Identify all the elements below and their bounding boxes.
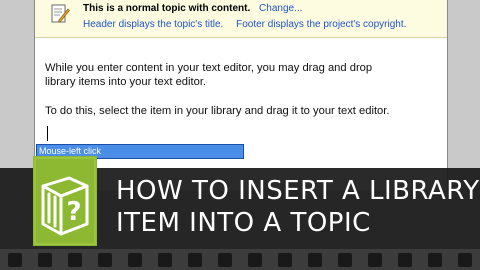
film-hole: [458, 253, 472, 267]
change-link[interactable]: Change...: [259, 3, 302, 14]
video-title-line-2: ITEM INTO A TOPIC: [116, 208, 371, 238]
film-hole: [218, 253, 232, 267]
topic-header: This is a normal topic with content. Cha…: [35, 0, 447, 38]
film-strip: [0, 249, 480, 270]
paragraph-2-line: To do this, select the item in your libr…: [45, 105, 390, 117]
film-hole: [368, 253, 382, 267]
film-hole: [38, 253, 52, 267]
film-hole: [128, 253, 142, 267]
film-hole: [188, 253, 202, 267]
text-cursor: [47, 126, 48, 141]
topic-title: This is a normal topic with content.: [83, 3, 251, 14]
film-hole: [98, 253, 112, 267]
film-hole: [8, 253, 22, 267]
editor-paragraph-2[interactable]: To do this, select the item in your libr…: [45, 104, 390, 118]
video-title-line-1: HOW TO INSERT A LIBRARY: [116, 176, 480, 206]
film-hole: [248, 253, 262, 267]
paragraph-1-line-1: While you enter content in your text edi…: [45, 62, 373, 74]
footer-info-link[interactable]: Footer displays the project's copyright.: [236, 19, 406, 30]
film-hole: [68, 253, 82, 267]
film-hole: [398, 253, 412, 267]
film-hole: [338, 253, 352, 267]
film-hole: [428, 253, 442, 267]
editor-paragraph-1[interactable]: While you enter content in your text edi…: [45, 61, 372, 89]
film-hole: [278, 253, 292, 267]
film-hole: [308, 253, 322, 267]
topic-title-row: This is a normal topic with content. Cha…: [83, 3, 302, 14]
svg-text:?: ?: [66, 197, 81, 227]
film-hole: [158, 253, 172, 267]
header-footer-info: Header displays the topic's title. Foote…: [83, 19, 416, 30]
header-info-link[interactable]: Header displays the topic's title.: [83, 19, 223, 30]
paragraph-1-line-2: library items into your text editor.: [45, 76, 207, 88]
document-pencil-icon: [51, 4, 70, 23]
help-book-icon: ?: [33, 156, 97, 246]
